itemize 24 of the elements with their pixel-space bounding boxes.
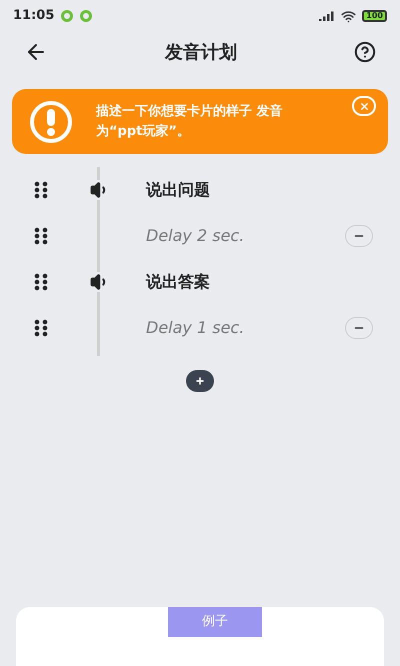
help-icon	[354, 41, 376, 63]
plus-icon	[195, 376, 205, 386]
page-title: 发音计划	[165, 42, 237, 62]
warning-icon	[29, 100, 73, 144]
example-tab[interactable]: 例子	[168, 607, 262, 637]
drag-handle-icon[interactable]	[34, 273, 48, 291]
battery-icon: 100	[362, 10, 387, 22]
status-time: 11:05	[13, 7, 54, 26]
drag-handle-icon[interactable]	[34, 227, 48, 245]
delay-label: Delay 2 sec.	[146, 225, 244, 247]
step-title: 说出答案	[146, 271, 210, 293]
step-title: 说出问题	[146, 179, 210, 201]
alert-message: 描述一下你想要卡片的样子 发音为“ppt玩家”。	[96, 102, 284, 140]
close-icon	[358, 100, 370, 112]
signal-icon	[319, 11, 336, 21]
remove-button[interactable]	[345, 317, 373, 339]
drag-handle-icon[interactable]	[34, 319, 48, 337]
delay-label: Delay 1 sec.	[146, 317, 244, 339]
notification-icon	[61, 10, 94, 22]
help-button[interactable]	[354, 41, 376, 63]
remove-button[interactable]	[345, 225, 373, 247]
drag-handle-icon[interactable]	[34, 181, 48, 199]
wifi-icon	[341, 8, 356, 24]
add-button[interactable]	[186, 370, 214, 392]
